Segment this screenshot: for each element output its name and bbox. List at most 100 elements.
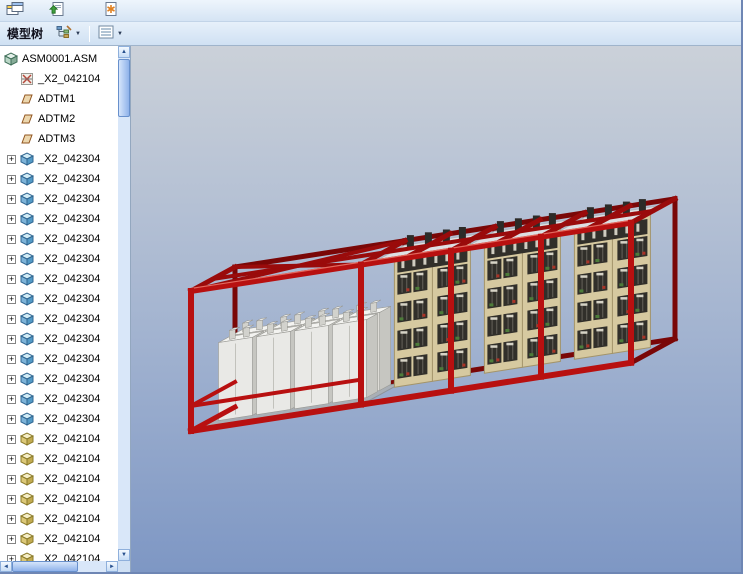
expander-plus-icon[interactable]: + bbox=[7, 294, 16, 304]
tree-item-_x2_042304[interactable]: + _X2_042304 bbox=[0, 269, 118, 289]
expander-plus-icon[interactable]: + bbox=[7, 154, 16, 164]
expander-plus-icon[interactable]: + bbox=[7, 474, 16, 484]
expander-plus-icon[interactable]: + bbox=[7, 354, 16, 364]
expander-plus-icon[interactable]: + bbox=[7, 314, 16, 324]
part-blue-icon bbox=[20, 172, 34, 186]
part-yellow-icon bbox=[20, 492, 34, 506]
tree-item-_x2_042304[interactable]: + _X2_042304 bbox=[0, 169, 118, 189]
assembly-icon bbox=[4, 52, 18, 66]
tree-item-_x2_042304[interactable]: + _X2_042304 bbox=[0, 209, 118, 229]
part-blue-icon bbox=[20, 392, 34, 406]
expander-plus-icon[interactable]: + bbox=[7, 494, 16, 504]
tree-item-_x2_042304[interactable]: + _X2_042304 bbox=[0, 329, 118, 349]
assembly-3d-model bbox=[187, 195, 679, 435]
model-tree-panel: ASM0001.ASM _X2_042104 ADTM1 ADTM2 ADTM3 + _X2… bbox=[0, 46, 131, 572]
tree-item-label: _X2_042104 bbox=[38, 533, 101, 545]
tree-item-_x2_042304[interactable]: + _X2_042304 bbox=[0, 189, 118, 209]
expander-plus-icon[interactable]: + bbox=[7, 174, 16, 184]
tree-horizontal-scrollbar[interactable]: ◄ ► bbox=[0, 561, 118, 572]
tree-item-adtm1[interactable]: ADTM1 bbox=[0, 89, 118, 109]
tree-item-_x2_042304[interactable]: + _X2_042304 bbox=[0, 229, 118, 249]
expander-plus-icon[interactable]: + bbox=[7, 514, 16, 524]
scroll-left-arrow[interactable]: ◄ bbox=[0, 561, 12, 572]
tree-item-label: ADTM2 bbox=[38, 113, 76, 125]
tree-item-label: _X2_042104 bbox=[38, 433, 101, 445]
tree-item-_x2_042304[interactable]: + _X2_042304 bbox=[0, 349, 118, 369]
tree-item-_x2_042104[interactable]: + _X2_042104 bbox=[0, 509, 118, 529]
tree-item-label: _X2_042304 bbox=[38, 253, 101, 265]
top-toolbar bbox=[0, 0, 741, 22]
expander-plus-icon[interactable]: + bbox=[7, 374, 16, 384]
expander-plus-icon[interactable]: + bbox=[7, 234, 16, 244]
tree-item-_x2_042304[interactable]: + _X2_042304 bbox=[0, 369, 118, 389]
tree-item-label: _X2_042304 bbox=[38, 153, 101, 165]
part-blue-icon bbox=[20, 412, 34, 426]
part-yellow-icon bbox=[20, 512, 34, 526]
tree-item-_x2_042104[interactable]: + _X2_042104 bbox=[0, 469, 118, 489]
tree-item-_x2_042304[interactable]: + _X2_042304 bbox=[0, 309, 118, 329]
part-blue-icon bbox=[20, 232, 34, 246]
tree-item-label: _X2_042304 bbox=[38, 233, 101, 245]
vertical-scroll-thumb[interactable] bbox=[118, 59, 130, 117]
tree-settings-button[interactable]: ▼ bbox=[55, 24, 82, 44]
chevron-down-icon: ▼ bbox=[116, 30, 123, 37]
tree-item-label: _X2_042304 bbox=[38, 413, 101, 425]
tree-item-adtm3[interactable]: ADTM3 bbox=[0, 129, 118, 149]
part-yellow-icon bbox=[20, 432, 34, 446]
model-tree-toolbar: 模型树 ▼ ▼ bbox=[0, 22, 741, 46]
expander-plus-icon[interactable]: + bbox=[7, 274, 16, 284]
tree-item-_x2_042304[interactable]: + _X2_042304 bbox=[0, 149, 118, 169]
expander-plus-icon[interactable]: + bbox=[7, 414, 16, 424]
tree-item-label: _X2_042304 bbox=[38, 273, 101, 285]
import-button[interactable] bbox=[45, 1, 69, 21]
tree-item-label: _X2_042304 bbox=[38, 393, 101, 405]
part-blue-icon bbox=[20, 292, 34, 306]
part-blue-icon bbox=[20, 192, 34, 206]
scroll-down-arrow[interactable]: ▼ bbox=[118, 549, 130, 561]
expander-plus-icon[interactable]: + bbox=[7, 534, 16, 544]
part-blue-icon bbox=[20, 252, 34, 266]
expander-plus-icon[interactable]: + bbox=[7, 334, 16, 344]
expander-plus-icon[interactable]: + bbox=[7, 194, 16, 204]
scroll-up-arrow[interactable]: ▲ bbox=[118, 46, 130, 58]
document-asterisk-button[interactable] bbox=[99, 1, 123, 21]
tree-item-label: _X2_042304 bbox=[38, 313, 101, 325]
3d-viewport[interactable] bbox=[131, 46, 741, 572]
part-yellow-icon bbox=[20, 532, 34, 546]
tree-item-asm0001.asm[interactable]: ASM0001.ASM bbox=[0, 49, 118, 69]
tree-item-label: ASM0001.ASM bbox=[22, 53, 98, 65]
tree-item-label: _X2_042104 bbox=[38, 473, 101, 485]
chevron-down-icon: ▼ bbox=[75, 30, 81, 37]
tree-item-_x2_042104[interactable]: + _X2_042104 bbox=[0, 429, 118, 449]
datum-icon bbox=[20, 132, 34, 146]
part-blue-icon bbox=[20, 272, 34, 286]
tree-item-adtm2[interactable]: ADTM2 bbox=[0, 109, 118, 129]
tree-item-label: _X2_042304 bbox=[38, 213, 101, 225]
scroll-right-arrow[interactable]: ► bbox=[106, 561, 118, 572]
expander-plus-icon[interactable]: + bbox=[7, 214, 16, 224]
tree-vertical-scrollbar[interactable]: ▲ ▼ bbox=[118, 46, 130, 561]
tree-item-_x2_042104[interactable]: + _X2_042104 bbox=[0, 549, 118, 561]
expander-plus-icon[interactable]: + bbox=[7, 434, 16, 444]
tree-item-label: _X2_042304 bbox=[38, 373, 101, 385]
expander-plus-icon[interactable]: + bbox=[7, 454, 16, 464]
expander-plus-icon[interactable]: + bbox=[7, 394, 16, 404]
tree-item-_x2_042304[interactable]: + _X2_042304 bbox=[0, 409, 118, 429]
tree-item-_x2_042304[interactable]: + _X2_042304 bbox=[0, 249, 118, 269]
horizontal-scroll-thumb[interactable] bbox=[12, 561, 78, 572]
tree-item-_x2_042304[interactable]: + _X2_042304 bbox=[0, 289, 118, 309]
sketch-icon bbox=[20, 72, 34, 86]
tree-item-label: _X2_042104 bbox=[38, 513, 101, 525]
tree-item-_x2_042104[interactable]: + _X2_042104 bbox=[0, 449, 118, 469]
import-document-icon bbox=[49, 1, 65, 20]
tree-item-_x2_042304[interactable]: + _X2_042304 bbox=[0, 389, 118, 409]
tree-item-_x2_042104[interactable]: + _X2_042104 bbox=[0, 529, 118, 549]
tree-item-_x2_042104[interactable]: + _X2_042104 bbox=[0, 489, 118, 509]
part-blue-icon bbox=[20, 332, 34, 346]
windows-button[interactable] bbox=[3, 1, 27, 21]
expander-plus-icon[interactable]: + bbox=[7, 254, 16, 264]
display-options-button[interactable]: ▼ bbox=[97, 24, 124, 44]
display-options-icon bbox=[98, 25, 114, 42]
tree-item-_x2_042104[interactable]: _X2_042104 bbox=[0, 69, 118, 89]
tree-settings-icon bbox=[56, 25, 72, 42]
